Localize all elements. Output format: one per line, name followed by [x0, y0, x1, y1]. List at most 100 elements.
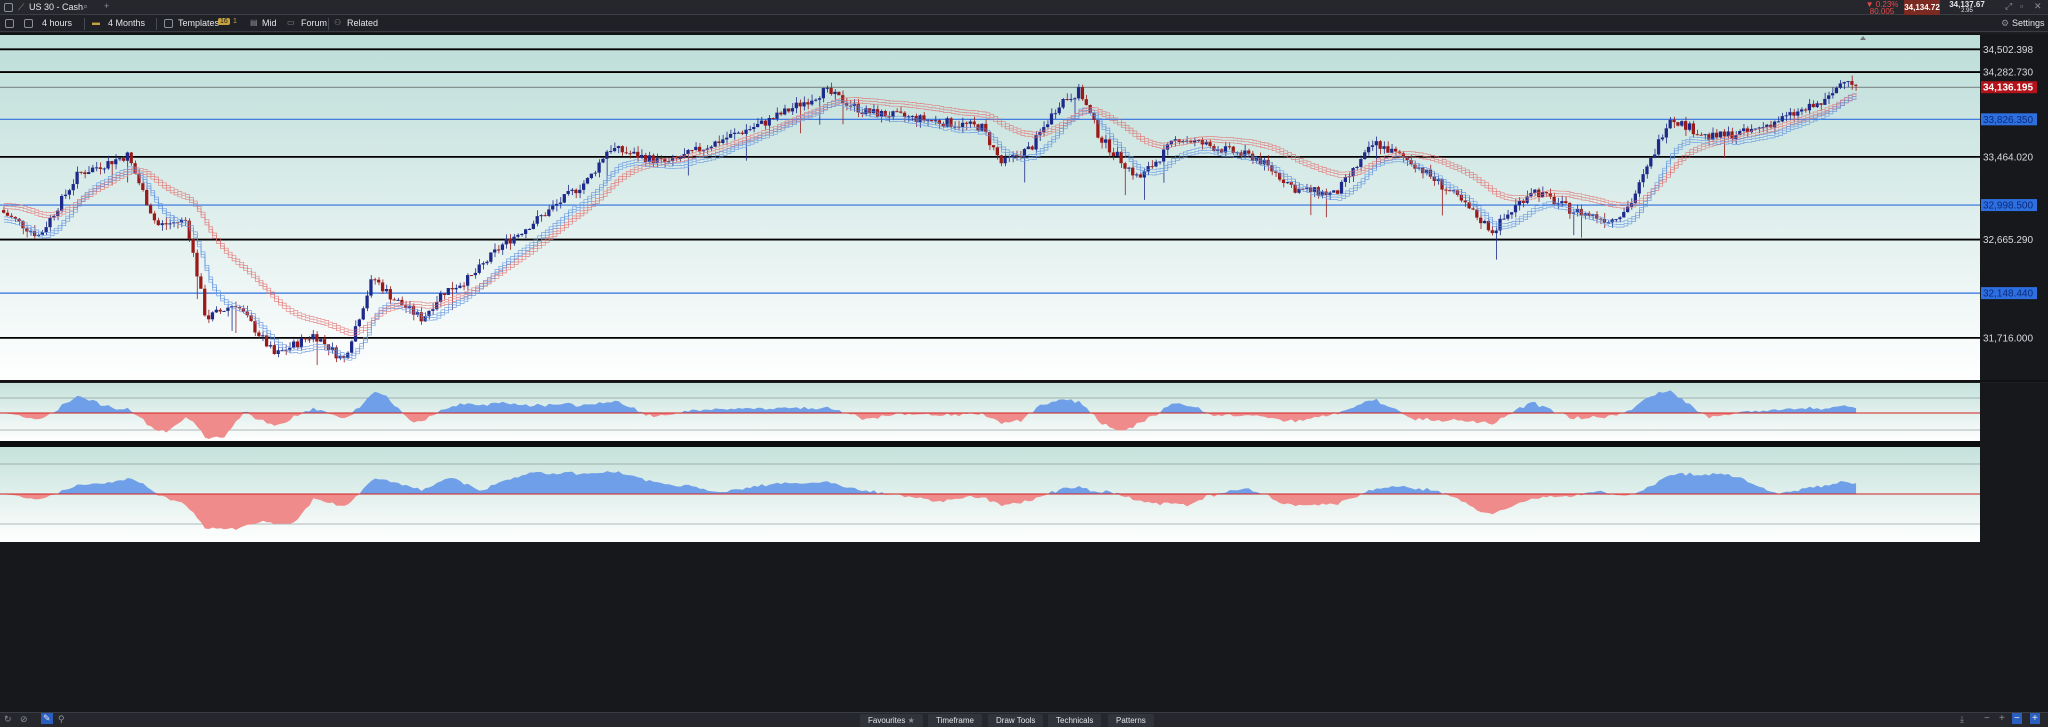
candle-body	[574, 189, 578, 194]
candle-body	[1502, 218, 1506, 220]
candle-body	[1150, 166, 1154, 168]
candle-body	[1517, 201, 1521, 206]
related-button[interactable]: Related	[343, 17, 382, 30]
candle-body	[303, 338, 307, 340]
chart-toolbar: 4 hours ▬ 4 Months Templates 16 1 ▤ Mid …	[0, 15, 2048, 32]
candle-body	[152, 213, 157, 221]
zoom-reset-icon[interactable]: −	[2012, 713, 2022, 724]
candle-body	[1104, 139, 1108, 143]
candle-body	[899, 111, 903, 113]
alert-count-badge[interactable]: 1	[233, 18, 237, 25]
candle-body	[160, 223, 164, 226]
candle-body	[984, 123, 988, 133]
zoom-out-icon[interactable]: −	[1984, 713, 1990, 724]
detach-icon[interactable]: ⤢	[2005, 1, 2012, 12]
period-selector[interactable]: 4 hours	[38, 17, 76, 30]
candle-body	[1564, 201, 1568, 204]
history-icon[interactable]: ⊘	[20, 714, 28, 725]
divider	[328, 18, 329, 30]
candle-body	[214, 309, 218, 313]
candle-body	[75, 171, 79, 185]
tab-technicals[interactable]: Technicals	[1048, 714, 1102, 727]
candle-body	[1158, 161, 1162, 163]
candle-body	[1494, 230, 1498, 234]
chart-area[interactable]: 34,502.398 34,282.730 33,464.020 32,665.290…	[0, 32, 2048, 712]
candle-body	[268, 345, 273, 347]
candle-body	[1672, 119, 1676, 123]
timeframe-icon[interactable]	[24, 19, 33, 28]
candle-body	[597, 162, 601, 173]
forum-button[interactable]: Forum	[297, 17, 331, 30]
tab-favourites[interactable]: Favourites ★	[860, 714, 923, 727]
candle-body	[1544, 192, 1549, 194]
candle-body	[1614, 219, 1618, 221]
candle-body	[1780, 116, 1784, 122]
maximize-icon[interactable]: ▫	[2020, 1, 2023, 11]
zoom-in-icon[interactable]: +	[1999, 713, 2005, 724]
sell-price-button[interactable]: 34,134.72	[1904, 0, 1940, 15]
candle-body	[930, 120, 934, 122]
candle-body	[1854, 84, 1858, 86]
oscillator-axis	[1980, 383, 2048, 712]
candle-body	[547, 209, 551, 216]
bottom-toolbar: ↻ ⊘ ✎ ⚲ Favourites ★ Timeframe Draw Tool…	[0, 712, 2048, 727]
candle-body	[365, 295, 369, 309]
candle-body	[740, 132, 744, 134]
candle-body	[2, 210, 6, 213]
candle-body	[593, 172, 597, 174]
close-icon[interactable]: ✕	[2034, 1, 2042, 12]
add-tab-icon[interactable]: +	[104, 1, 109, 11]
candle-body	[322, 339, 327, 345]
candle-body	[1061, 99, 1065, 108]
candle-body	[1838, 83, 1842, 88]
indicator-count-badge[interactable]: 16	[218, 18, 230, 25]
candle-body	[485, 261, 489, 264]
candle-body	[968, 121, 972, 124]
candle-body	[496, 249, 501, 251]
candle-body	[226, 307, 230, 311]
candle-body	[261, 335, 265, 337]
candle-body	[786, 108, 791, 112]
price-change: ▼ 0.23% 80.005	[1862, 0, 1902, 16]
candle-body	[725, 137, 729, 140]
tab-draw-tools[interactable]: Draw Tools	[988, 714, 1044, 727]
fit-icon[interactable]: +	[2030, 713, 2040, 724]
price-mode-selector[interactable]: Mid	[258, 17, 281, 30]
candle-body	[87, 172, 91, 175]
menu-icon[interactable]	[4, 3, 13, 12]
layout-icon[interactable]	[5, 19, 14, 28]
link-icon[interactable]: ⚲	[58, 714, 65, 725]
candle-body	[477, 264, 481, 273]
candle-body	[164, 223, 168, 225]
refresh-icon[interactable]: ↻	[4, 714, 12, 725]
candle-body	[771, 117, 775, 119]
search-icon[interactable]: ⌕	[83, 1, 88, 12]
settings-button[interactable]: Settings	[2008, 17, 2048, 30]
candle-body	[616, 146, 621, 149]
candle-body	[512, 236, 516, 244]
range-selector[interactable]: 4 Months	[104, 17, 149, 30]
tab-timeframe[interactable]: Timeframe	[928, 714, 982, 727]
pencil-icon[interactable]: ✎	[41, 713, 53, 724]
candle-body	[206, 315, 211, 320]
candle-body	[1796, 111, 1800, 116]
candle-body	[910, 115, 914, 117]
candle-body	[1788, 112, 1792, 116]
candle-body	[264, 335, 269, 347]
candle-body	[1208, 142, 1212, 147]
candle-body	[821, 88, 825, 99]
candle-body	[1138, 174, 1143, 178]
candle-body	[1444, 189, 1448, 191]
buy-price-box[interactable]: 34,137.67 2.95	[1948, 0, 1986, 15]
candle-body	[1204, 142, 1208, 145]
candle-body	[1653, 154, 1657, 158]
templates-button[interactable]: Templates	[174, 17, 223, 30]
screenshot-icon[interactable]: ⤓	[1960, 714, 1964, 725]
instrument-name[interactable]: US 30 - Cash	[29, 2, 83, 12]
tab-patterns[interactable]: Patterns	[1108, 714, 1154, 727]
candle-body	[570, 189, 574, 192]
candle-body	[686, 150, 690, 154]
candle-body	[1850, 81, 1854, 85]
candle-body	[554, 203, 559, 206]
candle-body	[315, 334, 319, 342]
